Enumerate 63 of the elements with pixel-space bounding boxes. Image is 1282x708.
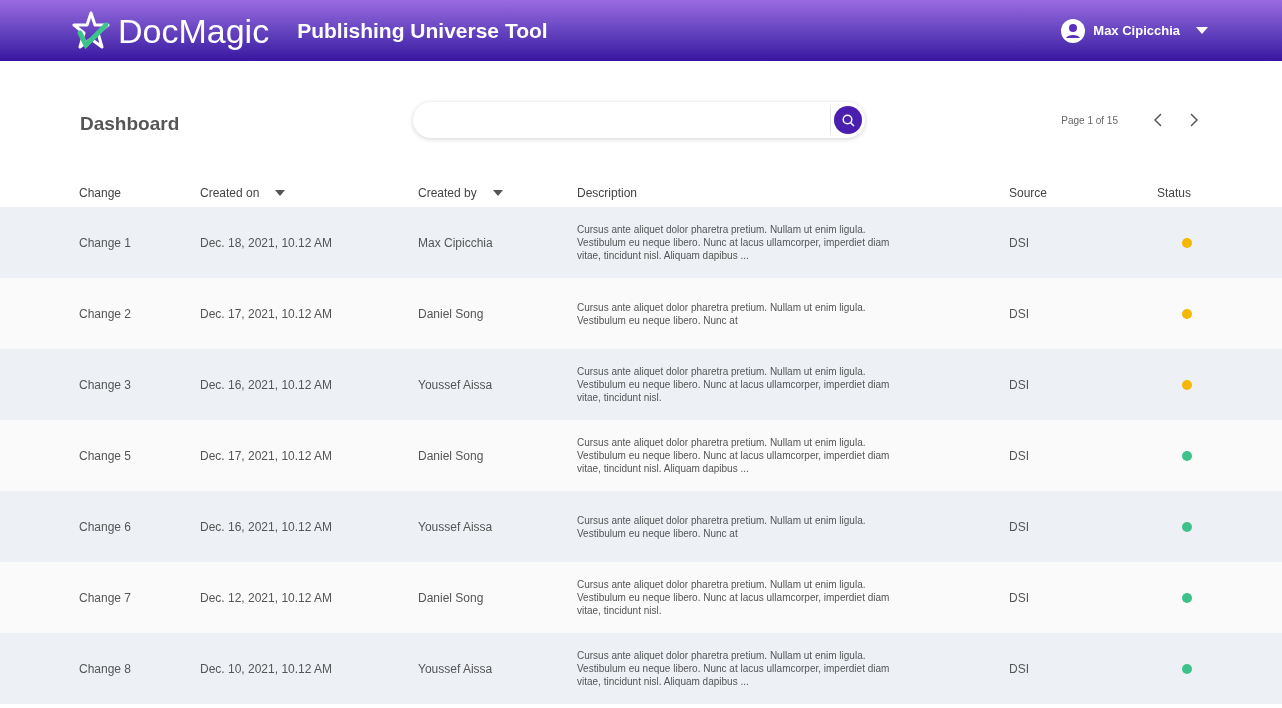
caret-icon — [1196, 27, 1208, 34]
table-cell-text: DSI — [1009, 518, 1030, 536]
description-text: Cursus ante aliquet dolor pharetra pretium. Nullam ut enim ligula. Vestibulum eu neque libero. Nunc at lacus ullamcorper, imperdiet diam vitae, tincidunt nisl. Aliquam dapibus ... — [577, 436, 891, 475]
search-field[interactable] — [413, 102, 865, 138]
column-header: Source — [1009, 185, 1048, 202]
chevron-right-icon — [1190, 113, 1198, 127]
table-cell-text: Change 7 — [79, 589, 133, 607]
table-cell-text: Change 2 — [79, 305, 133, 323]
description-text: Cursus ante aliquet dolor pharetra pretium. Nullam ut enim ligula. Vestibulum eu neque libero. Nunc at lacus ullamcorper, imperdiet diam vitae, tincidunt nisl. Aliquam dapibus ... — [577, 223, 891, 262]
table-cell-text: Daniel Song — [418, 305, 485, 323]
table-cell-text: DSI — [1009, 589, 1030, 607]
table-cell-text: Dec. 17, 2021, 10.12 AM — [200, 447, 334, 465]
description-text: Cursus ante aliquet dolor pharetra pretium. Nullam ut enim ligula. Vestibulum eu neque libero. Nunc at — [577, 300, 867, 327]
star-check-logo-icon — [72, 10, 110, 51]
table-cell-text: Youssef Aissa — [418, 518, 494, 536]
user-avatar-icon — [1061, 18, 1086, 43]
table-cell-text: Dec. 10, 2021, 10.12 AM — [200, 660, 334, 678]
table-cell-text: DSI — [1009, 660, 1030, 678]
table-cell-text: Youssef Aissa — [418, 376, 494, 394]
caret-icon — [275, 190, 286, 196]
description-text: Cursus ante aliquet dolor pharetra pretium. Nullam ut enim ligula. Vestibulum eu neque libero. Nunc at lacus ullamcorper, imperdiet diam vitae, tincidunt nisl. — [577, 578, 891, 617]
table-row[interactable]: Change 2 Dec. 17, 2021, 10.12 AM Daniel Song Cursus ante aliquet dolor pharetra pretium. Nullam ut enim ligula. Vestibulum eu neque libero. Nunc at DSI — [0, 278, 1282, 349]
table-cell-text: Change 5 — [79, 447, 133, 465]
table-cell-text: Dec. 18, 2021, 10.12 AM — [200, 234, 334, 252]
chevron-left-icon — [1154, 113, 1162, 127]
table-row[interactable] — [0, 633, 1282, 704]
table-cell-text: Change 6 — [79, 518, 133, 536]
table-cell-text: DSI — [1009, 376, 1030, 394]
table-cell-text: Change 1 — [79, 234, 133, 252]
table-row[interactable] — [0, 420, 1282, 491]
brand-name: DocMagic — [118, 13, 270, 48]
search-icon — [841, 113, 855, 127]
table-cell-text: Dec. 17, 2021, 10.12 AM — [200, 305, 334, 323]
description-text: Cursus ante aliquet dolor pharetra pretium. Nullam ut enim ligula. Vestibulum eu neque libero. Nunc at lacus ullamcorper, imperdiet diam vitae, tincidunt nisl. Aliquam dapibus ... — [577, 649, 891, 688]
description-text: Cursus ante aliquet dolor pharetra pretium. Nullam ut enim ligula. Vestibulum eu neque libero. Nunc at — [577, 513, 867, 540]
table-cell-text: Daniel Song — [418, 589, 485, 607]
page-indicator: Page 1 of 15 — [1061, 113, 1118, 128]
table-row[interactable] — [0, 562, 1282, 633]
table-row[interactable] — [0, 207, 1282, 278]
page-title: Dashboard — [80, 111, 181, 136]
table-cell-text: Dec. 16, 2021, 10.12 AM — [200, 376, 334, 394]
table-row[interactable]: Change 6 Dec. 16, 2021, 10.12 AM Youssef Aissa Cursus ante aliquet dolor pharetra pretium. Nullam ut enim ligula. Vestibulum eu neque libero. Nunc at DSI — [0, 491, 1282, 562]
table-cell-text: Change 8 — [79, 660, 133, 678]
column-header: Description — [577, 185, 638, 202]
table-cell-text: Dec. 12, 2021, 10.12 AM — [200, 589, 334, 607]
table-row[interactable] — [0, 349, 1282, 420]
description-text: Cursus ante aliquet dolor pharetra pretium. Nullam ut enim ligula. Vestibulum eu neque libero. Nunc at lacus ullamcorper, imperdiet diam vitae, tincidunt nisl. — [577, 365, 891, 404]
column-header: Status — [1157, 185, 1192, 202]
column-header[interactable]: Created on — [200, 184, 260, 202]
search-button[interactable] — [834, 106, 862, 134]
table-cell-text: DSI — [1009, 447, 1030, 465]
table-cell-text: Dec. 16, 2021, 10.12 AM — [200, 518, 334, 536]
caret-icon — [492, 190, 503, 196]
table-cell-text: Max Cipicchia — [418, 234, 494, 252]
column-header: Change — [79, 185, 122, 202]
table-cell-text: DSI — [1009, 234, 1030, 252]
table-cell-text: Daniel Song — [418, 447, 485, 465]
column-header[interactable]: Created by — [418, 184, 477, 202]
user-menu[interactable]: Max Cipicchia — [1061, 18, 1208, 43]
app-title: Publishing Universe Tool — [297, 17, 548, 44]
table-cell-text: DSI — [1009, 305, 1030, 323]
table-cell-text: Change 3 — [79, 376, 133, 394]
table-cell-text: Youssef Aissa — [418, 660, 494, 678]
